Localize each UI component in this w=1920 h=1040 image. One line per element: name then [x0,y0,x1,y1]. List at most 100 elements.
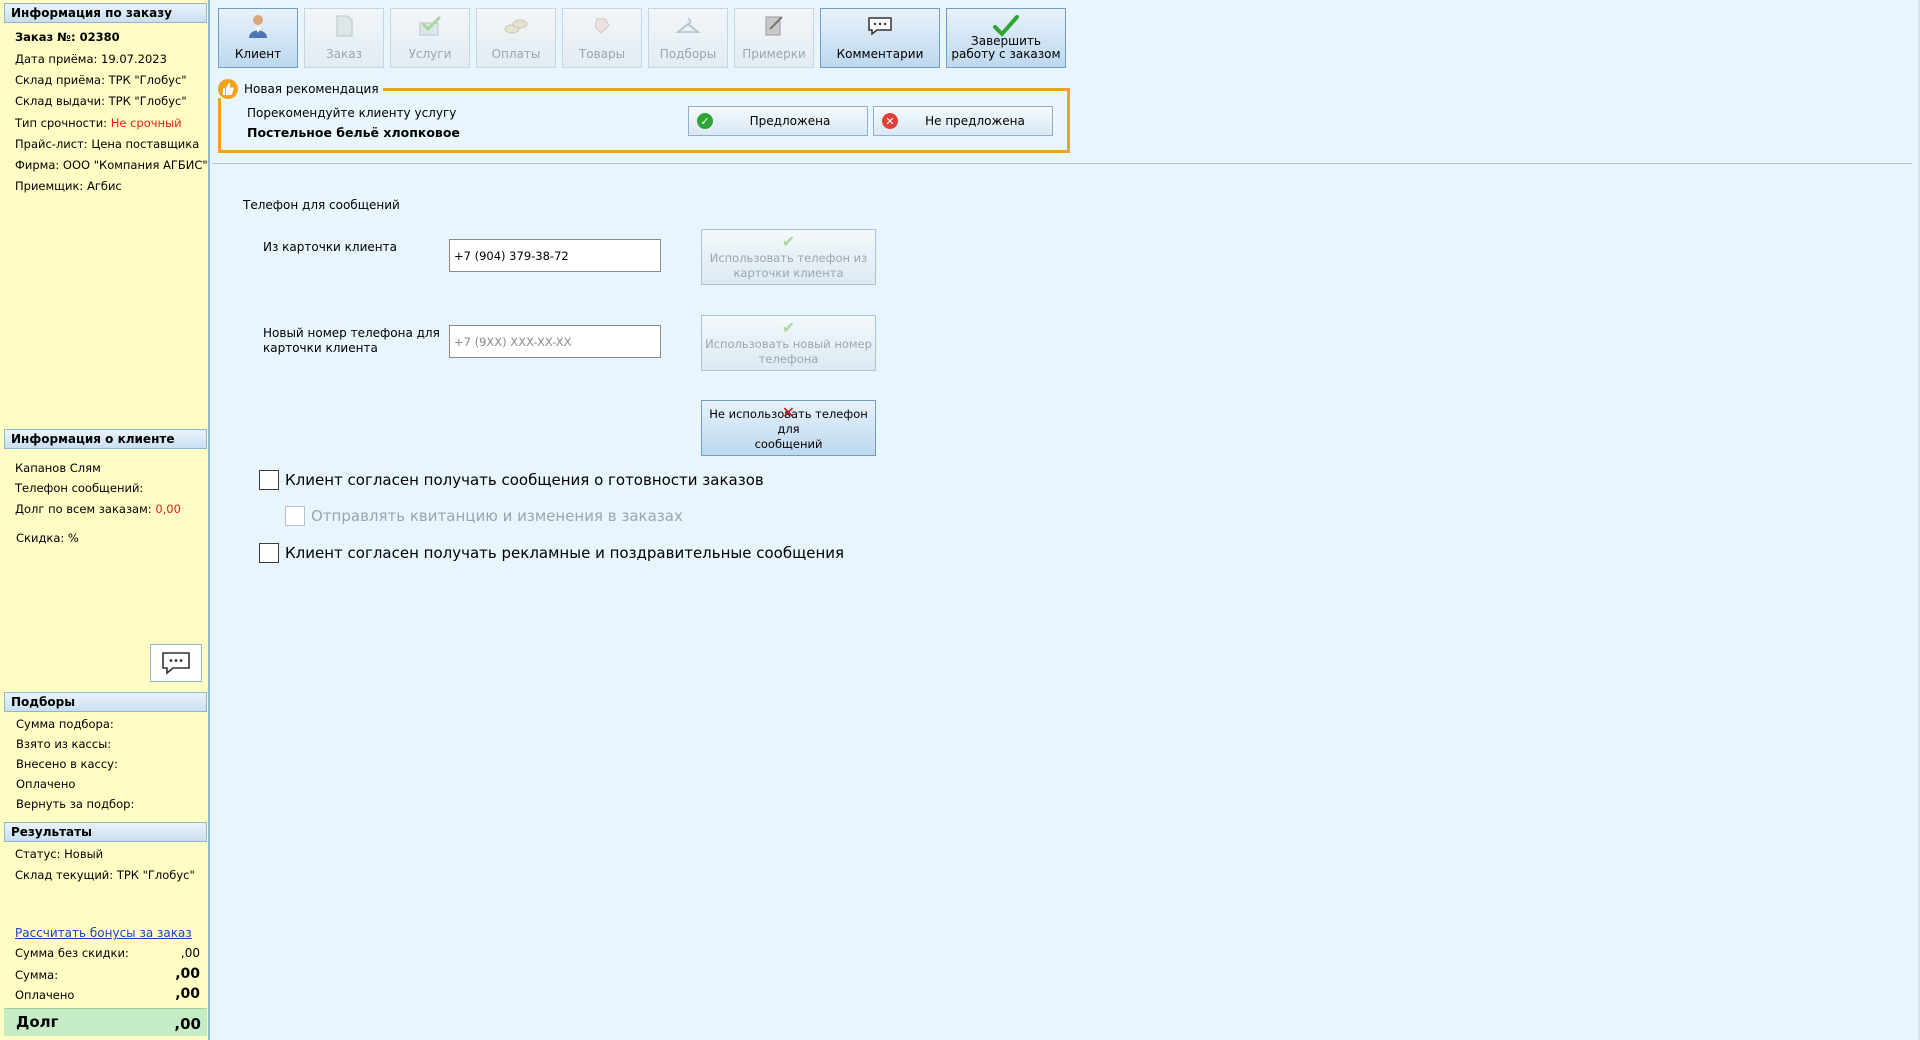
paid-label: Оплачено [15,988,75,1002]
warehouse-in: Склад приёма: ТРК "Глобус" [15,73,187,87]
dont-use-cross-icon: ✕ [781,403,796,422]
new-phone-input[interactable] [449,325,661,358]
payments-button[interactable]: Оплаты [476,8,556,68]
calc-bonus-link[interactable]: Рассчитать бонусы за заказ [15,926,192,940]
recommendation-service: Постельное бельё хлопковое [247,125,460,140]
offered-button-label: Предложена [749,114,831,128]
dont-use-phone-button[interactable]: ✕ Не использовать телефон для сообщений [701,400,876,456]
order-button[interactable]: Заказ [304,8,384,68]
order-button-label: Заказ [325,47,363,61]
services-check-icon [416,13,444,39]
not-offered-button-label: Не предложена [925,114,1025,128]
selections-button-label: Подборы [659,47,717,61]
services-button[interactable]: Услуги [390,8,470,68]
selection-paid: Оплачено [16,777,76,791]
use-new-line2: телефона [758,352,819,366]
comments-button[interactable]: Комментарии [820,8,940,68]
debt-label: Долг [16,1013,59,1031]
comments-bubble-icon [866,13,894,39]
urgency-label: Тип срочности: [15,116,111,130]
client-button[interactable]: Клиент [218,8,298,68]
client-debt: Долг по всем заказам: 0,00 [15,502,181,517]
selections-hanger-icon [674,13,702,39]
order-date: Дата приёма: 19.07.2023 [15,52,167,66]
urgency: Тип срочности: Не срочный [15,116,182,131]
phone-section-title: Телефон для сообщений [243,198,400,212]
goods-tag-icon [588,13,616,39]
left-sidebar: Информация по заказу Заказ №: 02380 Дата… [0,0,210,1040]
client-debt-label: Долг по всем заказам: [15,502,156,516]
result-current-warehouse: Склад текущий: ТРК "Глобус" [15,868,195,882]
new-phone-label-line1: Новый номер телефона для [263,326,440,340]
client-info-header: Информация о клиенте [4,429,207,449]
fittings-button[interactable]: Примерки [734,8,814,68]
firm: Фирма: ООО "Компания АГБИС" [15,158,208,172]
recommendation-title-wrap: Новая рекомендация [218,79,383,99]
ads-messages-label: Клиент согласен получать рекламные и поз… [285,544,845,562]
sum-value: ,00 [175,966,200,982]
order-document-icon [330,13,358,39]
result-status: Статус: Новый [15,847,104,861]
sum-label: Сумма: [15,968,59,982]
divider [212,163,1912,164]
order-info-header: Информация по заказу [4,3,207,23]
send-receipt-checkbox-row[interactable]: Отправлять квитанцию и изменения в заказ… [285,506,683,526]
client-debt-value: 0,00 [155,502,181,516]
sum-no-discount-value: ,00 [180,946,200,960]
not-offered-button[interactable]: ✕ Не предложена [873,106,1053,136]
recommendation-title: Новая рекомендация [244,82,379,96]
offered-button[interactable]: ✓ Предложена [688,106,868,136]
check-circle-icon: ✓ [697,113,713,129]
ready-messages-checkbox[interactable] [259,470,279,490]
urgency-value: Не срочный [110,116,182,130]
recommendation-prompt: Порекомендуйте клиенту услугу [247,106,457,120]
finish-order-button[interactable]: Завершить работу с заказом [946,8,1066,68]
use-card-line1: Использовать телефон из [709,251,868,265]
fittings-clipboard-icon [760,13,788,39]
ads-messages-checkbox[interactable] [259,543,279,563]
sum-no-discount-label: Сумма без скидки: [15,946,129,960]
from-card-phone-input[interactable] [449,239,661,272]
warehouse-out: Склад выдачи: ТРК "Глобус" [15,94,187,108]
paid-value: ,00 [175,986,200,1002]
payments-coins-icon [502,13,530,39]
use-card-phone-button[interactable]: ✔ Использовать телефон из карточки клиен… [701,229,876,285]
goods-button[interactable]: Товары [562,8,642,68]
chat-bubble-icon [162,652,190,675]
services-button-label: Услуги [408,47,452,61]
use-card-line2: карточки клиента [733,266,844,280]
chat-button[interactable] [150,644,202,682]
use-new-phone-button[interactable]: ✔ Использовать новый номер телефона [701,315,876,371]
goods-button-label: Товары [578,47,626,61]
selection-return: Вернуть за подбор: [16,797,135,811]
selection-sum: Сумма подбора: [16,717,114,731]
send-receipt-checkbox[interactable] [285,506,305,526]
client-phone: Телефон сообщений: [15,481,144,495]
client-name: Капанов Слям [15,461,101,475]
client-discount: Скидка: % [16,531,79,545]
selection-deposited: Внесено в кассу: [16,757,118,771]
thumbs-up-icon [218,79,238,99]
selection-taken: Взято из кассы: [16,737,112,751]
dont-use-line2: сообщений [754,437,823,451]
new-phone-label-line2: карточки клиента [263,341,378,355]
use-card-check-icon: ✔ [781,232,796,251]
ads-messages-checkbox-row[interactable]: Клиент согласен получать рекламные и поз… [259,543,844,563]
client-person-icon [244,13,272,39]
ready-messages-checkbox-row[interactable]: Клиент согласен получать сообщения о гот… [259,470,764,490]
from-card-label: Из карточки клиента [263,240,397,254]
selections-button[interactable]: Подборы [648,8,728,68]
use-new-line1: Использовать новый номер [705,337,872,351]
ready-messages-label: Клиент согласен получать сообщения о гот… [285,471,764,489]
debt-bar: Долг ,00 [4,1008,207,1036]
selections-header: Подборы [4,692,207,712]
price-list: Прайс-лист: Цена поставщика [15,137,200,151]
cross-circle-icon: ✕ [882,113,898,129]
use-new-check-icon: ✔ [781,318,796,337]
finish-label-line2: работу с заказом [951,47,1061,61]
comments-button-label: Комментарии [836,47,924,61]
finish-checkmark-icon [992,13,1020,39]
order-number: Заказ №: 02380 [15,30,120,44]
send-receipt-label: Отправлять квитанцию и изменения в заказ… [311,507,683,525]
fittings-button-label: Примерки [742,47,806,61]
